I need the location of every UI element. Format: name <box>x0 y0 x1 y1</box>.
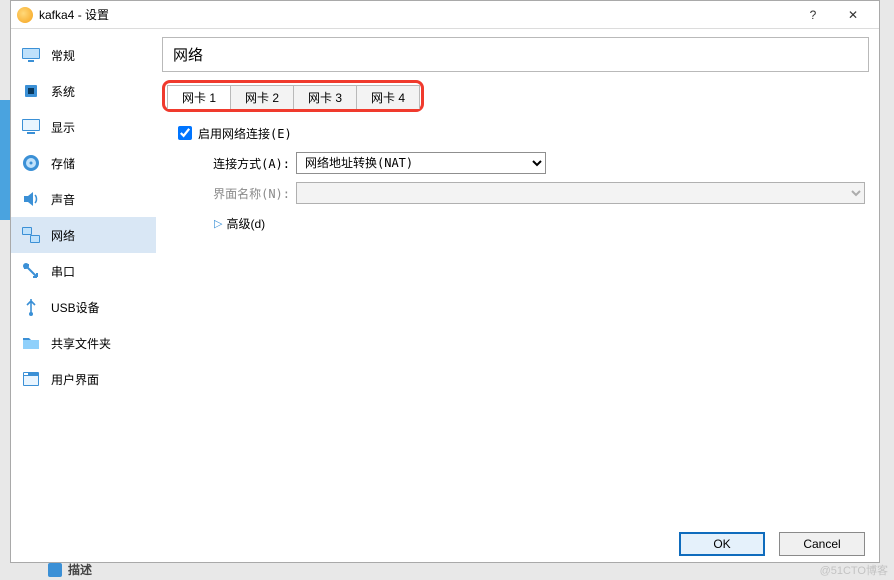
speaker-icon <box>21 189 41 209</box>
background-accent <box>0 100 10 220</box>
sidebar-item-label: 常规 <box>51 47 75 64</box>
advanced-label: 高级(d) <box>226 215 265 232</box>
sidebar-item-label: 存储 <box>51 155 75 172</box>
sidebar-item-label: 网络 <box>51 227 75 244</box>
ok-button[interactable]: OK <box>679 532 765 556</box>
sidebar-item-label: USB设备 <box>51 299 100 316</box>
sidebar-item-audio[interactable]: 声音 <box>11 181 156 217</box>
sidebar-item-serial[interactable]: 串口 <box>11 253 156 289</box>
sidebar-item-label: 用户界面 <box>51 371 99 388</box>
serial-icon <box>21 261 41 281</box>
watermark: @51CTO博客 <box>820 562 888 578</box>
ok-label: OK <box>713 537 730 551</box>
tab-adapter-4[interactable]: 网卡 4 <box>356 85 420 109</box>
sidebar-item-label: 显示 <box>51 119 75 136</box>
attach-combo[interactable]: 网络地址转换(NAT) <box>296 152 546 174</box>
sidebar-item-display[interactable]: 显示 <box>11 109 156 145</box>
panel-title-box: 网络 <box>162 37 869 72</box>
sidebar-item-ui[interactable]: 用户界面 <box>11 361 156 397</box>
sidebar-item-storage[interactable]: 存储 <box>11 145 156 181</box>
sidebar-item-label: 声音 <box>51 191 75 208</box>
window-title: kafka4 - 设置 <box>39 6 793 23</box>
ui-icon <box>21 369 41 389</box>
help-button[interactable]: ? <box>793 1 833 28</box>
enable-network-label: 启用网络连接(E) <box>198 125 292 142</box>
disk-icon <box>21 153 41 173</box>
display-icon <box>21 117 41 137</box>
triangle-right-icon: ▷ <box>214 217 222 230</box>
usb-icon <box>21 297 41 317</box>
tab-label: 网卡 2 <box>245 91 279 105</box>
iface-label: 界面名称(N): <box>196 185 296 202</box>
tab-adapter-3[interactable]: 网卡 3 <box>293 85 357 109</box>
tab-label: 网卡 1 <box>182 91 216 105</box>
close-button[interactable]: ✕ <box>833 1 873 28</box>
cancel-label: Cancel <box>803 537 840 551</box>
sidebar-item-label: 系统 <box>51 83 75 100</box>
help-icon: ? <box>810 8 817 22</box>
description-icon <box>48 563 62 577</box>
tab-adapter-2[interactable]: 网卡 2 <box>230 85 294 109</box>
chip-icon <box>21 81 41 101</box>
iface-combo <box>296 182 865 204</box>
content-panel: 网络 网卡 1 网卡 2 网卡 3 网卡 4 启用网络连接(E) 连接方式(A)… <box>156 29 879 526</box>
advanced-row: ▷ 高级(d) <box>178 210 865 236</box>
monitor-icon <box>21 45 41 65</box>
sidebar-item-usb[interactable]: USB设备 <box>11 289 156 325</box>
sidebar-item-network[interactable]: 网络 <box>11 217 156 253</box>
sidebar-item-shared-folders[interactable]: 共享文件夹 <box>11 325 156 361</box>
dialog-footer: OK Cancel <box>11 526 879 562</box>
sidebar: 常规 系统 显示 存储 声音 网络 <box>11 29 156 526</box>
attach-label: 连接方式(A): <box>196 155 296 172</box>
tabs: 网卡 1 网卡 2 网卡 3 网卡 4 <box>167 85 419 109</box>
adapter-form: 启用网络连接(E) 连接方式(A): 网络地址转换(NAT) 界面名称(N): <box>162 112 869 244</box>
advanced-toggle[interactable]: ▷ 高级(d) <box>214 215 265 232</box>
close-icon: ✕ <box>848 8 858 22</box>
attach-row: 连接方式(A): 网络地址转换(NAT) <box>178 150 865 176</box>
iface-row: 界面名称(N): <box>178 180 865 206</box>
titlebar: kafka4 - 设置 ? ✕ <box>11 1 879 29</box>
settings-dialog: kafka4 - 设置 ? ✕ 常规 系统 显示 存储 <box>10 0 880 563</box>
sidebar-item-system[interactable]: 系统 <box>11 73 156 109</box>
tabs-highlight: 网卡 1 网卡 2 网卡 3 网卡 4 <box>162 80 424 112</box>
network-icon <box>21 225 41 245</box>
cancel-button[interactable]: Cancel <box>779 532 865 556</box>
tab-adapter-1[interactable]: 网卡 1 <box>167 85 231 109</box>
description-label: 描述 <box>68 561 92 578</box>
under-description: 描述 <box>48 561 92 578</box>
enable-row: 启用网络连接(E) <box>178 120 865 146</box>
folder-icon <box>21 333 41 353</box>
app-icon <box>17 7 33 23</box>
sidebar-item-label: 串口 <box>51 263 75 280</box>
sidebar-item-general[interactable]: 常规 <box>11 37 156 73</box>
enable-network-checkbox[interactable] <box>178 126 192 140</box>
panel-title: 网络 <box>173 44 858 65</box>
sidebar-item-label: 共享文件夹 <box>51 335 111 352</box>
tab-label: 网卡 3 <box>308 91 342 105</box>
tab-label: 网卡 4 <box>371 91 405 105</box>
